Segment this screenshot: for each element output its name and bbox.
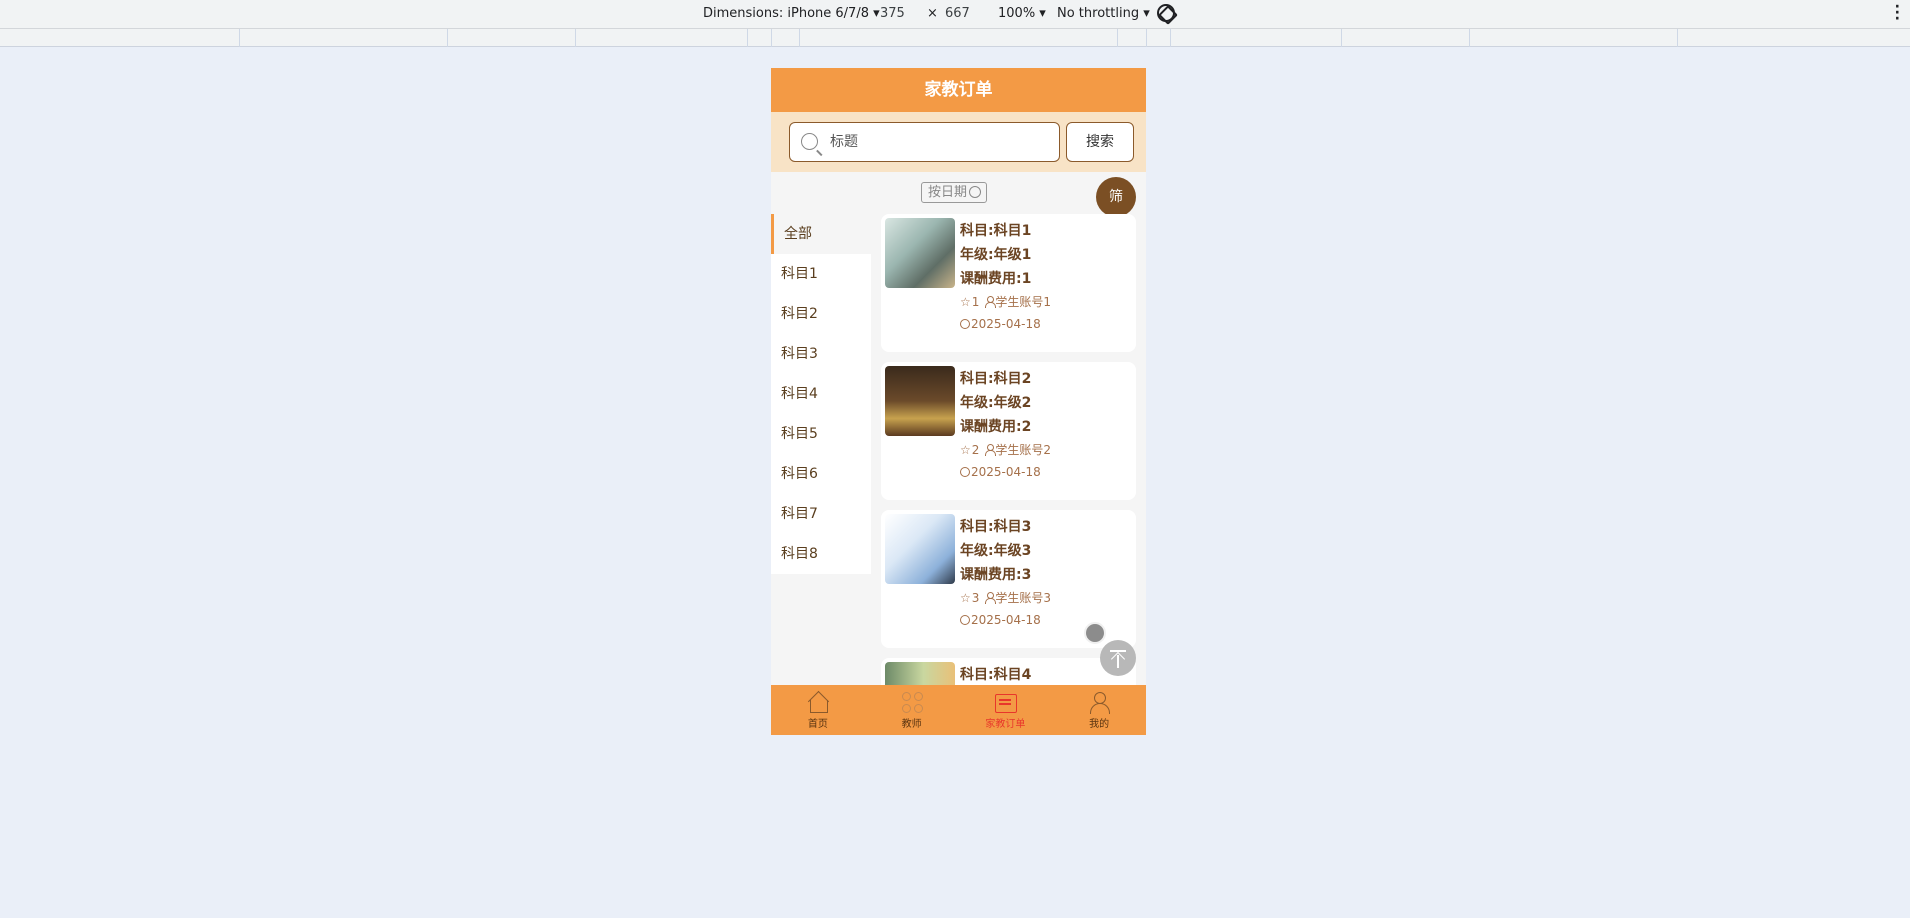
order-stars: 1 (971, 295, 980, 309)
category-item[interactable]: 科目7 (771, 494, 871, 534)
floating-dot[interactable] (1084, 622, 1106, 644)
star-icon: ☆ (960, 443, 971, 457)
user-icon (985, 592, 997, 604)
tab-label: 教师 (901, 719, 922, 730)
category-sidebar: 全部 科目1 科目2 科目3 科目4 科目5 科目6 科目7 科目8 (771, 214, 871, 574)
order-card[interactable]: 科目:科目2 年级:年级2 课酬费用:2 ☆2 学生账号2 2025-04-18 (881, 362, 1136, 500)
search-input[interactable] (830, 123, 1055, 160)
user-icon (1088, 691, 1111, 714)
order-fee: 课酬费用:2 (960, 419, 1032, 435)
category-item[interactable]: 科目6 (771, 454, 871, 494)
device-select[interactable]: Dimensions: iPhone 6/7/8 ▾ (703, 6, 880, 21)
category-item[interactable]: 科目5 (771, 414, 871, 454)
category-item[interactable]: 科目8 (771, 534, 871, 574)
media-query-ruler (0, 29, 1910, 47)
clock-icon (969, 186, 982, 198)
order-thumbnail (885, 514, 955, 584)
tab-orders[interactable]: 家教订单 (959, 685, 1053, 735)
order-thumbnail (885, 366, 955, 436)
tab-label: 家教订单 (985, 719, 1026, 730)
tab-mine[interactable]: 我的 (1052, 685, 1146, 735)
zoom-select[interactable]: 100% ▾ (998, 6, 1046, 21)
search-box (789, 122, 1060, 162)
order-subject: 科目:科目3 (960, 519, 1032, 535)
bottom-tab-bar: 首页 教师 家教订单 我的 (771, 685, 1146, 735)
category-all[interactable]: 全部 (771, 214, 871, 254)
order-subject: 科目:科目2 (960, 371, 1032, 387)
height-field[interactable]: 667 (945, 6, 970, 21)
tab-teachers[interactable]: 教师 (865, 685, 959, 735)
order-subject: 科目:科目1 (960, 223, 1032, 239)
order-stars: 2 (971, 443, 980, 457)
order-student: 学生账号1 (995, 295, 1052, 309)
tab-label: 我的 (1089, 719, 1110, 730)
throttling-select[interactable]: No throttling ▾ (1057, 6, 1150, 21)
search-button[interactable]: 搜索 (1066, 122, 1134, 162)
order-student: 学生账号2 (995, 443, 1052, 457)
phone-viewport: 家教订单 搜索 按日期 筛 全部 科目1 科目2 科目3 科目4 科目5 科目6… (771, 68, 1146, 735)
sort-label: 按日期 (928, 185, 968, 200)
order-date: 2025-04-18 (971, 465, 1041, 479)
clock-icon (960, 319, 970, 329)
times-sign: × (927, 6, 938, 21)
order-grade: 年级:年级1 (960, 247, 1032, 263)
star-icon: ☆ (960, 591, 971, 605)
devtools-toolbar: Dimensions: iPhone 6/7/8 ▾ 375 × 667 100… (0, 0, 1910, 29)
clock-icon (960, 467, 970, 477)
tab-home[interactable]: 首页 (771, 685, 865, 735)
order-fee: 课酬费用:3 (960, 567, 1032, 583)
back-to-top-button[interactable] (1100, 640, 1136, 676)
order-date: 2025-04-18 (971, 613, 1041, 627)
order-thumbnail (885, 218, 955, 288)
search-icon (801, 133, 818, 150)
grid-icon (901, 691, 923, 713)
user-icon (985, 296, 997, 308)
tab-label: 首页 (807, 719, 828, 730)
order-fee: 课酬费用:1 (960, 271, 1032, 287)
user-icon (985, 444, 997, 456)
filter-button[interactable]: 筛 (1096, 177, 1136, 217)
star-icon: ☆ (960, 295, 971, 309)
sort-by-date-button[interactable]: 按日期 (921, 182, 988, 203)
order-student: 学生账号3 (995, 591, 1052, 605)
category-item[interactable]: 科目2 (771, 294, 871, 334)
sort-row: 按日期 筛 (771, 172, 1146, 217)
width-field[interactable]: 375 (880, 6, 905, 21)
calendar-icon (994, 691, 1018, 713)
order-grade: 年级:年级2 (960, 395, 1032, 411)
order-card[interactable]: 科目:科目1 年级:年级1 课酬费用:1 ☆1 学生账号1 2025-04-18 (881, 214, 1136, 352)
order-list: 科目:科目1 年级:年级1 课酬费用:1 ☆1 学生账号1 2025-04-18 … (881, 214, 1136, 689)
order-date: 2025-04-18 (971, 317, 1041, 331)
category-item[interactable]: 科目4 (771, 374, 871, 414)
search-bar: 搜索 (771, 112, 1146, 172)
rotate-icon[interactable] (1157, 4, 1175, 22)
clock-icon (960, 615, 970, 625)
order-grade: 年级:年级3 (960, 543, 1032, 559)
home-icon (807, 691, 829, 713)
category-item[interactable]: 科目1 (771, 254, 871, 294)
more-menu-icon[interactable]: · · · (1895, 0, 1900, 26)
order-stars: 3 (971, 591, 980, 605)
page-title: 家教订单 (771, 68, 1146, 112)
category-item[interactable]: 科目3 (771, 334, 871, 374)
order-subject: 科目:科目4 (960, 667, 1032, 683)
